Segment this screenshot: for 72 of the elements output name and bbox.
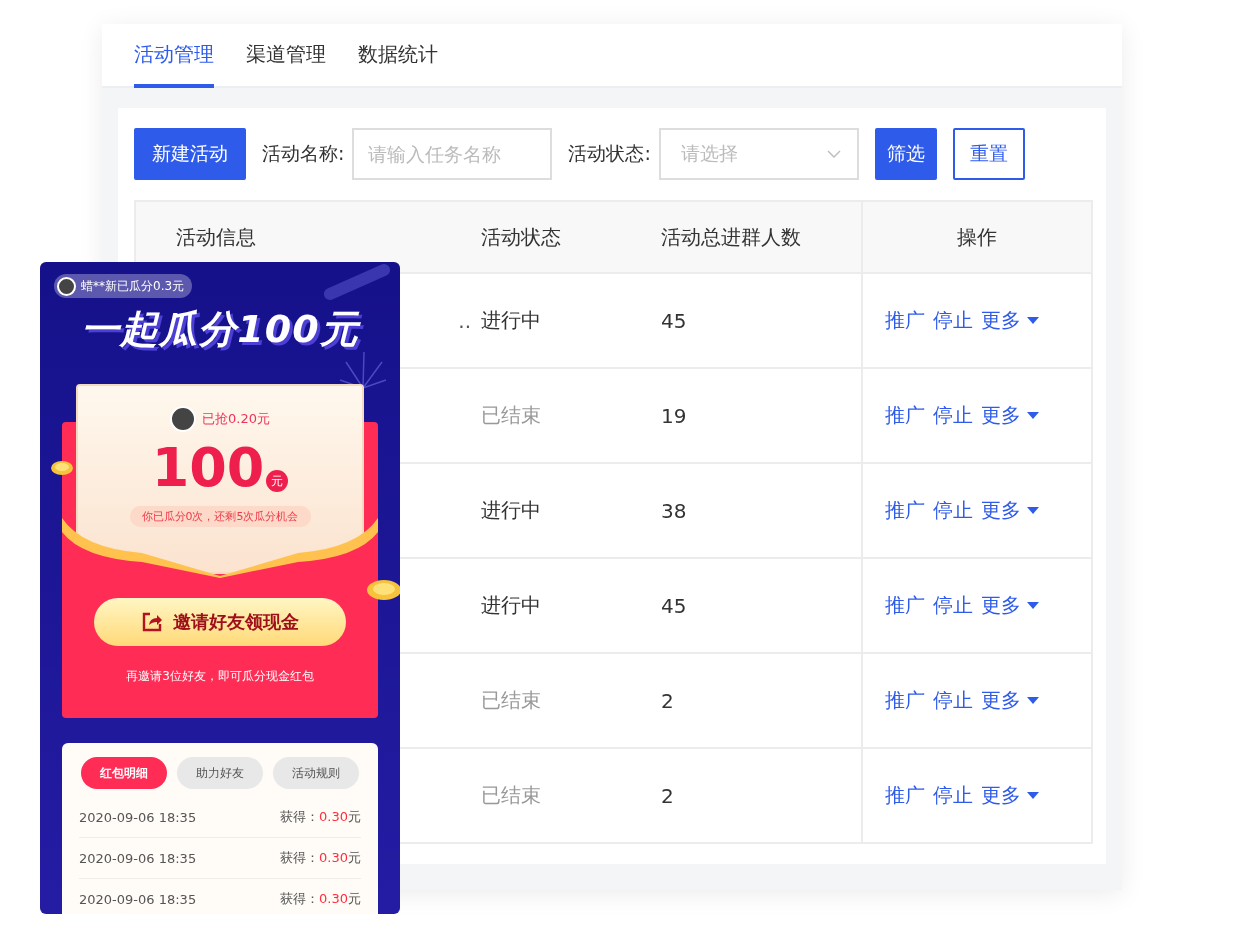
table-cell: 2 [661,688,674,713]
caret-icon [1027,316,1039,325]
action-link[interactable]: 推广 [885,402,925,429]
caret-icon [1027,601,1039,610]
action-link[interactable]: 停止 [933,782,973,809]
action-link[interactable]: 推广 [885,592,925,619]
action-link[interactable]: 停止 [933,402,973,429]
prize-amount: 100 [151,436,265,500]
firework-drawing [338,350,388,390]
tab[interactable]: 数据统计 [358,24,438,88]
caret-icon [1027,411,1039,420]
status-text: 已结束 [481,782,541,809]
action-link[interactable]: 停止 [933,687,973,714]
chevron-down-icon [826,150,841,158]
table-cell: 38 [661,498,687,523]
record-time: 2020-09-06 18:35 [79,850,197,866]
chances-pill: 你已瓜分0次，还剩5次瓜分机会 [129,506,311,527]
invite-button[interactable]: 邀请好友领现金 [94,598,346,646]
table-cell: .. [458,308,471,333]
record-time: 2020-09-06 18:35 [79,891,197,907]
record-amount: 获得：0.30元 [280,849,361,867]
filter-button[interactable]: 筛选 [874,128,937,180]
tab[interactable]: 活动规则 [273,757,359,789]
caret-icon [1027,791,1039,800]
status-text: 进行中 [481,592,541,619]
ticker-text: 蜡**新已瓜分0.3元 [81,277,185,295]
status-text: 已结束 [481,402,541,429]
action-link[interactable]: 更多 [981,497,1021,524]
field-label: 活动名称: [262,141,345,166]
stripe-drawing [322,264,392,300]
avatar-icon [170,406,196,432]
action-link[interactable]: 更多 [981,402,1021,429]
column-header: 活动信息 [175,223,257,251]
action-link[interactable]: 推广 [885,497,925,524]
currency-badge: 元 [266,470,289,492]
action-link[interactable]: 更多 [981,782,1021,809]
action-link[interactable]: 停止 [933,497,973,524]
status-text: 进行中 [481,307,541,334]
status-text: 进行中 [481,497,541,524]
action-link[interactable]: 停止 [933,307,973,334]
action-link[interactable]: 更多 [981,307,1021,334]
status-text: 已结束 [481,687,541,714]
share-icon [141,611,163,633]
action-link[interactable]: 推广 [885,782,925,809]
column-header: 活动总进群人数 [661,223,802,251]
column-header: 操作 [861,202,1091,272]
action-link[interactable]: 更多 [981,592,1021,619]
tab[interactable]: 渠道管理 [246,24,326,88]
new-activity-button[interactable]: 新建活动 [134,128,246,180]
tab[interactable]: 助力好友 [177,757,263,789]
table-cell: 19 [661,403,687,428]
tab[interactable]: 红包明细 [81,757,167,789]
action-link[interactable]: 停止 [933,592,973,619]
record-amount: 获得：0.30元 [280,890,361,908]
caret-icon [1027,506,1039,515]
headline: 一起瓜分100元 [81,306,359,353]
name-input-field[interactable]: 请输入任务名称 [352,128,553,180]
action-link[interactable]: 推广 [885,307,925,334]
caret-icon [1027,696,1039,705]
reset-button[interactable]: 重置 [952,128,1025,180]
field-label: 活动状态: [568,141,651,166]
table-cell: 45 [661,308,687,333]
record-amount: 获得：0.30元 [280,808,361,826]
table-cell: 45 [661,593,687,618]
column-header: 活动状态 [481,223,562,251]
action-link[interactable]: 更多 [981,687,1021,714]
grabbed-text: 已抢0.20元 [202,410,270,428]
record-time: 2020-09-06 18:35 [79,809,197,825]
action-link[interactable]: 推广 [885,687,925,714]
avatar-icon [57,276,76,296]
table-cell: 2 [661,783,674,808]
invite-hint: 再邀请3位好友，即可瓜分现金红包 [125,668,315,685]
